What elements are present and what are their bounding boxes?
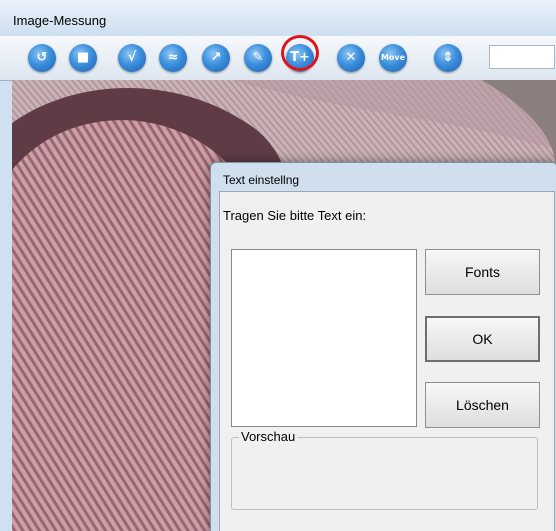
ok-button[interactable]: OK bbox=[425, 316, 540, 362]
toolbar-value-field[interactable] bbox=[489, 45, 555, 69]
pen-button[interactable]: ✎ bbox=[244, 44, 272, 72]
save-icon: ■ bbox=[76, 50, 90, 65]
chart-button[interactable]: ≈ bbox=[159, 44, 187, 72]
title-bar: Image-Messung bbox=[0, 0, 556, 36]
measure-button[interactable]: √ bbox=[118, 44, 146, 72]
delete-button[interactable]: ✕ bbox=[337, 44, 365, 72]
text-tool-highlight bbox=[281, 35, 319, 71]
draw-icon: ↗ bbox=[210, 50, 222, 65]
delete-text-button[interactable]: Löschen bbox=[425, 382, 540, 428]
delete-icon: ✕ bbox=[345, 50, 357, 65]
window-title: Image-Messung bbox=[13, 13, 107, 28]
text-prompt-label: Tragen Sie bitte Text ein: bbox=[223, 208, 367, 223]
save-button[interactable]: ■ bbox=[69, 44, 97, 72]
app-window: Image-Messung ↺ ■ √ ≈ ↗ ✎ T+ ✕ Move ⇕ Te… bbox=[0, 0, 556, 531]
toolbar: ↺ ■ √ ≈ ↗ ✎ T+ ✕ Move ⇕ bbox=[0, 36, 556, 81]
measure-icon: √ bbox=[127, 50, 137, 65]
fonts-button[interactable]: Fonts bbox=[425, 249, 540, 295]
dialog-title: Text einstellng bbox=[223, 173, 300, 187]
open-button[interactable]: ↺ bbox=[28, 44, 56, 72]
delete-button-label: Löschen bbox=[456, 397, 509, 413]
move-icon: Move bbox=[380, 53, 406, 62]
text-input[interactable] bbox=[231, 249, 417, 427]
move-button[interactable]: Move bbox=[379, 44, 407, 72]
preview-label: Vorschau bbox=[239, 429, 298, 444]
preview-group: Vorschau bbox=[231, 429, 538, 510]
draw-button[interactable]: ↗ bbox=[202, 44, 230, 72]
open-icon: ↺ bbox=[36, 50, 48, 65]
ok-button-label: OK bbox=[472, 331, 493, 347]
chart-icon: ≈ bbox=[167, 50, 179, 65]
fonts-button-label: Fonts bbox=[464, 264, 500, 280]
pen-icon: ✎ bbox=[252, 50, 264, 65]
text-settings-dialog: Text einstellng Tragen Sie bitte Text ei… bbox=[210, 162, 556, 531]
dialog-body: Tragen Sie bitte Text ein: Fonts OK Lösc… bbox=[219, 191, 555, 531]
zoom-icon: ⇕ bbox=[442, 50, 454, 65]
zoom-button[interactable]: ⇕ bbox=[434, 44, 462, 72]
